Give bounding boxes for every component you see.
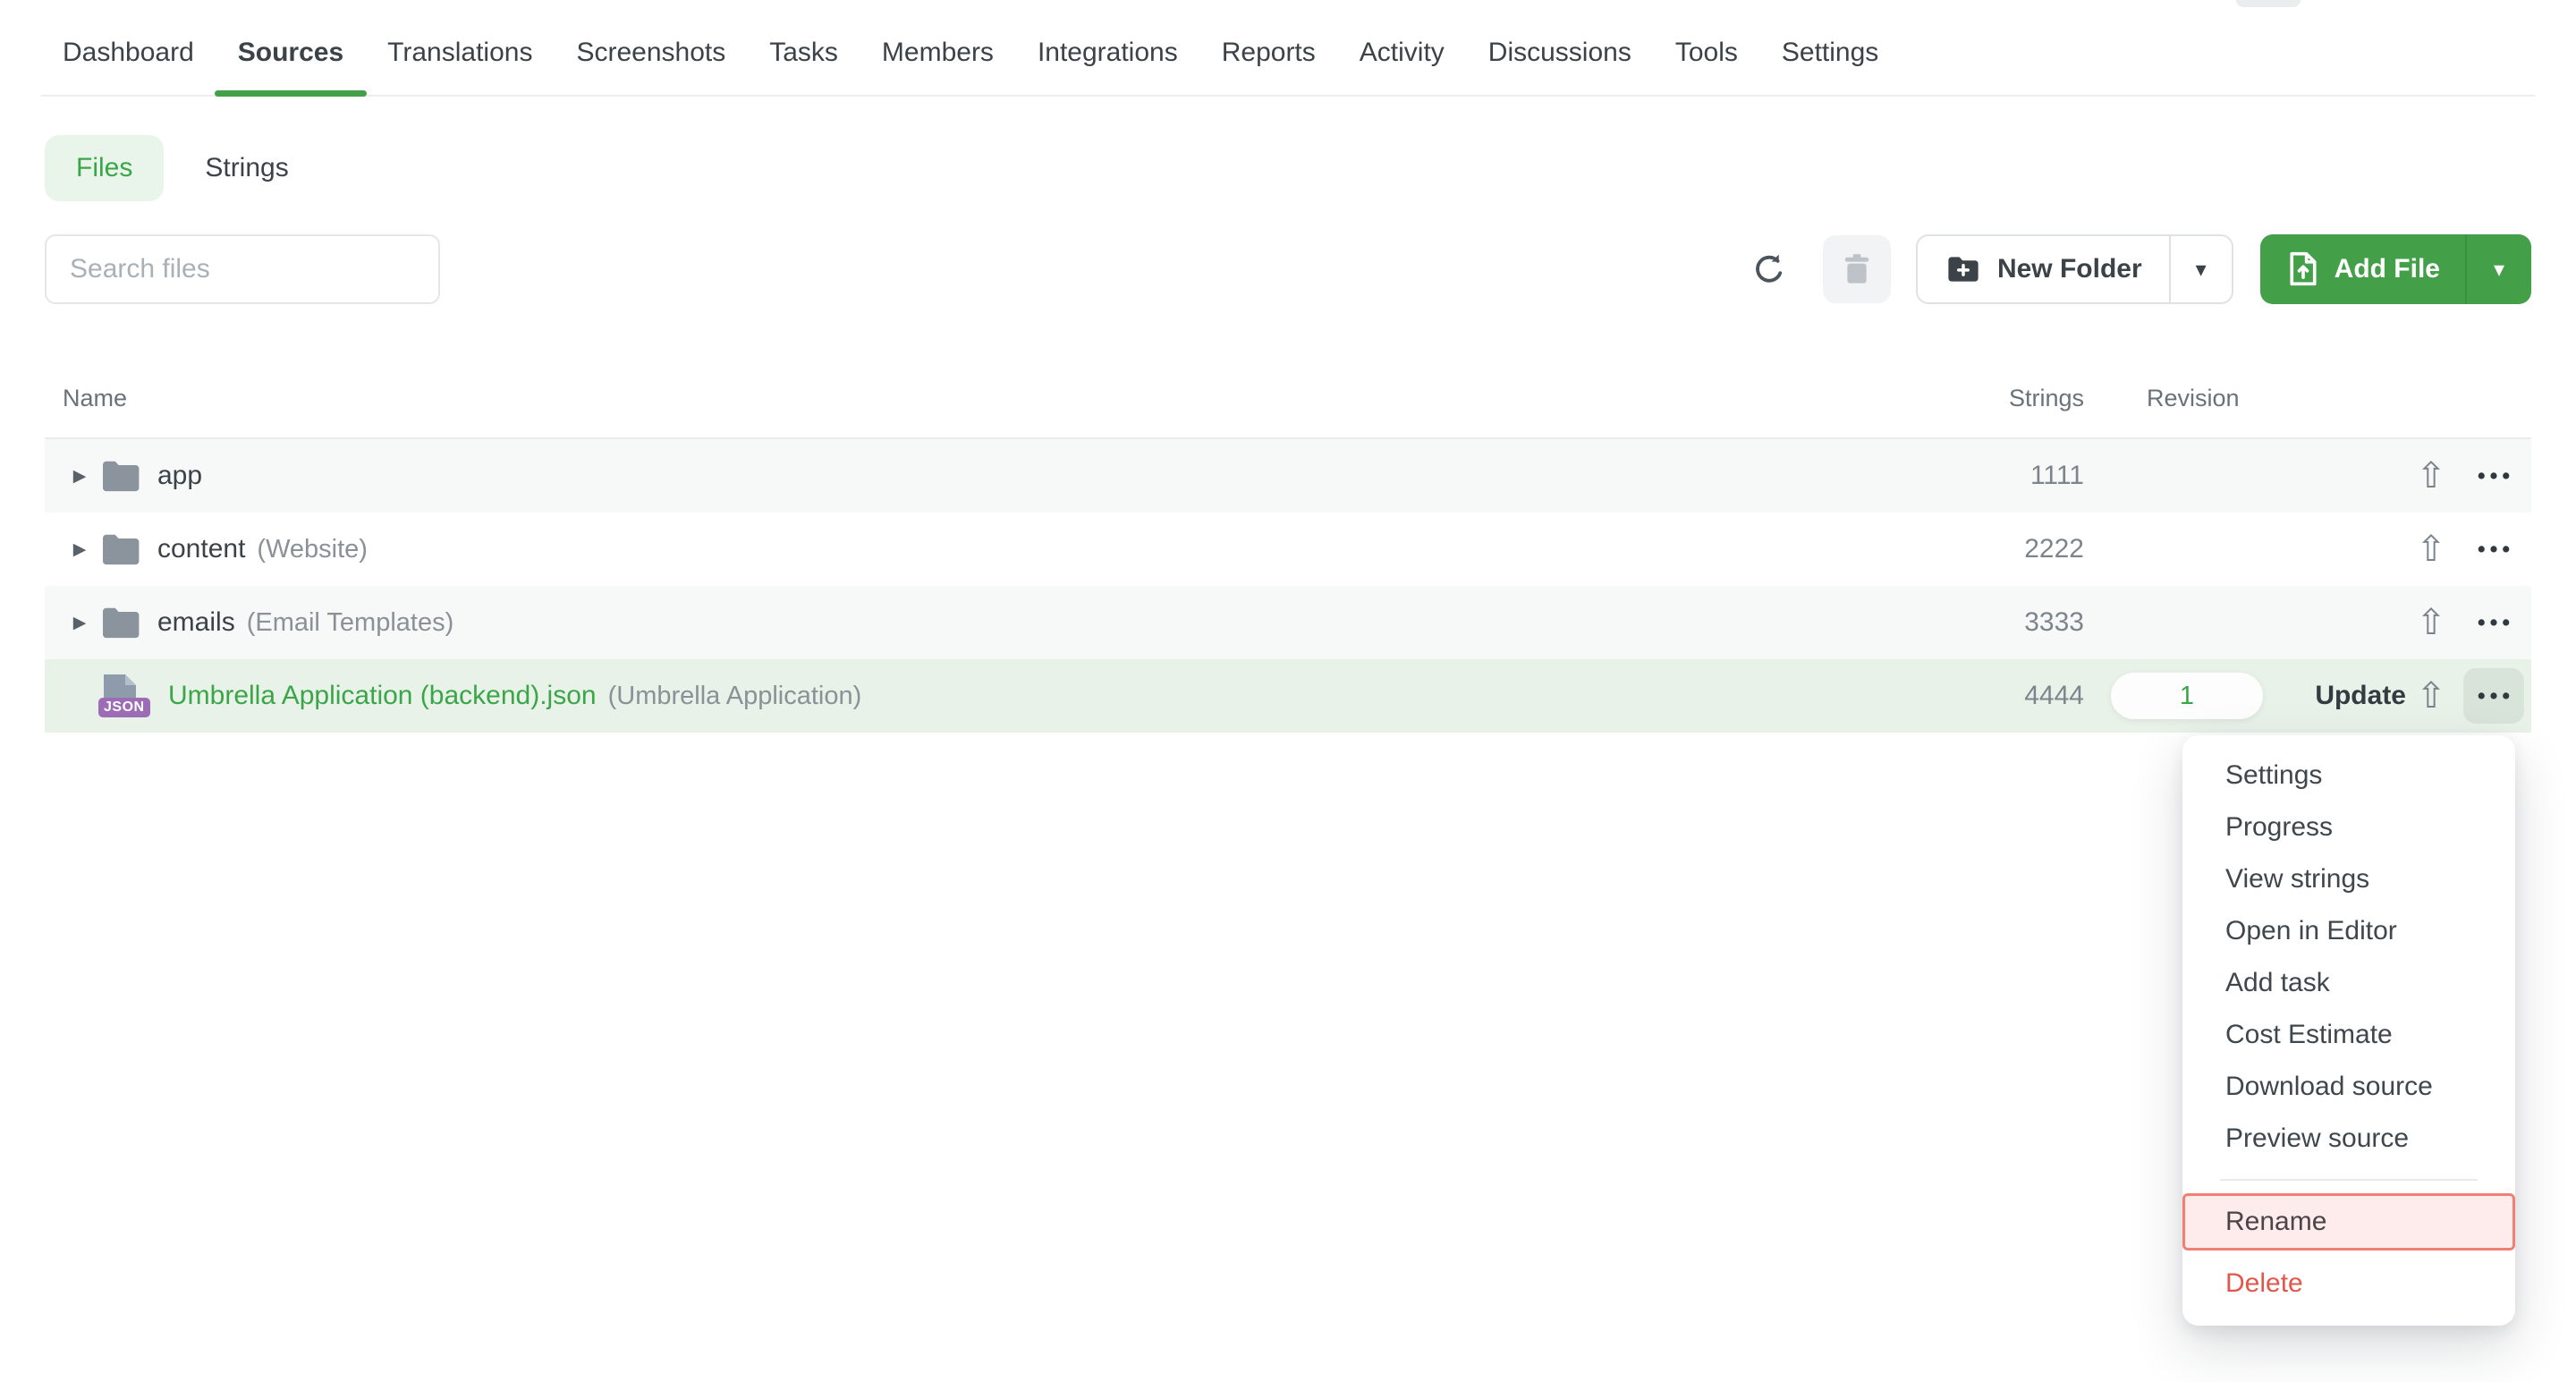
folder-plus-icon — [1945, 250, 1982, 288]
row-menu-button-active[interactable]: ••• — [2463, 668, 2524, 724]
file-upload-icon — [2285, 250, 2321, 289]
folder-name[interactable]: app — [157, 461, 202, 491]
nav-integrations[interactable]: Integrations — [1038, 38, 1178, 95]
tab-files[interactable]: Files — [45, 135, 164, 201]
table-row-folder-app[interactable]: ▶ app 1111 ⇧ ••• — [45, 439, 2531, 513]
menu-item-download-source[interactable]: Download source — [2182, 1061, 2515, 1113]
folder-icon — [100, 458, 141, 494]
table-row-folder-emails[interactable]: ▶ emails (Email Templates) 3333 ⇧ ••• — [45, 586, 2531, 659]
search-input[interactable] — [45, 234, 440, 304]
nav-translations[interactable]: Translations — [387, 38, 532, 95]
strings-count: 2222 — [1968, 534, 2084, 564]
new-folder-split-button: New Folder ▾ — [1916, 234, 2233, 304]
cutoff-top-element — [2236, 0, 2301, 7]
strings-count: 1111 — [1968, 461, 2084, 491]
project-nav: Dashboard Sources Translations Screensho… — [41, 0, 2535, 97]
folder-name[interactable]: emails — [157, 607, 235, 638]
upload-icon[interactable]: ⇧ — [2416, 529, 2446, 570]
menu-item-delete[interactable]: Delete — [2182, 1258, 2515, 1310]
add-file-dropdown[interactable]: ▾ — [2465, 234, 2531, 304]
menu-item-view-strings[interactable]: View strings — [2182, 853, 2515, 905]
new-folder-label: New Folder — [1997, 254, 2142, 284]
nav-activity[interactable]: Activity — [1360, 38, 1445, 95]
table-row-folder-content[interactable]: ▶ content (Website) 2222 ⇧ ••• — [45, 513, 2531, 586]
folder-icon — [100, 605, 141, 640]
tab-strings[interactable]: Strings — [205, 153, 288, 183]
table-row-file-selected[interactable]: JSON Umbrella Application (backend).json… — [45, 659, 2531, 733]
json-badge: JSON — [98, 698, 150, 717]
nav-members[interactable]: Members — [882, 38, 994, 95]
add-file-label: Add File — [2334, 254, 2440, 284]
menu-divider — [2220, 1179, 2478, 1181]
refresh-icon — [1749, 249, 1790, 290]
nav-sources[interactable]: Sources — [238, 38, 343, 95]
chevron-down-icon: ▾ — [2196, 257, 2207, 283]
files-table: Name Strings Revision ▶ app 1111 ⇧ ••• ▶ — [45, 385, 2531, 733]
nav-settings[interactable]: Settings — [1782, 38, 1878, 95]
strings-count: 4444 — [1968, 681, 2084, 711]
menu-item-add-task[interactable]: Add task — [2182, 957, 2515, 1009]
files-toolbar: New Folder ▾ Add File — [45, 234, 2531, 304]
menu-item-settings[interactable]: Settings — [2182, 750, 2515, 801]
add-file-button[interactable]: Add File — [2260, 234, 2465, 304]
table-header: Name Strings Revision — [45, 385, 2531, 439]
file-context-menu: Settings Progress View strings Open in E… — [2182, 735, 2515, 1326]
upload-icon[interactable]: ⇧ — [2416, 602, 2446, 643]
view-tabs: Files Strings — [45, 135, 2531, 201]
nav-tools[interactable]: Tools — [1675, 38, 1738, 95]
row-menu-button[interactable]: ••• — [2463, 521, 2524, 577]
delete-selected-button[interactable] — [1823, 235, 1891, 303]
add-file-split-button: Add File ▾ — [2260, 234, 2531, 304]
json-file-icon: JSON — [98, 676, 150, 716]
nav-screenshots[interactable]: Screenshots — [576, 38, 725, 95]
file-title-suffix: (Umbrella Application) — [608, 682, 862, 711]
header-name: Name — [45, 385, 1968, 412]
header-strings: Strings — [1968, 385, 2084, 412]
chevron-down-icon: ▾ — [2494, 257, 2504, 283]
folder-title-suffix: (Website) — [257, 535, 368, 564]
file-name-link[interactable]: Umbrella Application (backend).json — [168, 681, 597, 711]
folder-name[interactable]: content — [157, 534, 245, 564]
menu-item-preview-source[interactable]: Preview source — [2182, 1113, 2515, 1165]
row-menu-button[interactable]: ••• — [2463, 448, 2524, 504]
folder-icon — [100, 531, 141, 567]
expand-caret-icon[interactable]: ▶ — [63, 539, 97, 560]
refresh-button[interactable] — [1742, 242, 1796, 296]
nav-tasks[interactable]: Tasks — [769, 38, 838, 95]
row-menu-button[interactable]: ••• — [2463, 595, 2524, 650]
expand-caret-icon[interactable]: ▶ — [63, 466, 97, 487]
update-link[interactable]: Update — [2315, 681, 2406, 710]
menu-item-cost-estimate[interactable]: Cost Estimate — [2182, 1009, 2515, 1061]
new-folder-button[interactable]: New Folder — [1918, 236, 2169, 302]
nav-discussions[interactable]: Discussions — [1488, 38, 1631, 95]
menu-item-rename-highlighted[interactable]: Rename — [2182, 1193, 2515, 1251]
header-revision: Revision — [2084, 385, 2290, 412]
folder-title-suffix: (Email Templates) — [247, 608, 454, 638]
new-folder-dropdown[interactable]: ▾ — [2169, 236, 2232, 302]
menu-item-open-in-editor[interactable]: Open in Editor — [2182, 905, 2515, 957]
menu-item-progress[interactable]: Progress — [2182, 801, 2515, 853]
trash-icon — [1837, 250, 1877, 289]
revision-badge[interactable]: 1 — [2111, 673, 2263, 719]
nav-reports[interactable]: Reports — [1222, 38, 1316, 95]
expand-caret-icon[interactable]: ▶ — [63, 613, 97, 633]
nav-dashboard[interactable]: Dashboard — [63, 38, 194, 95]
upload-icon[interactable]: ⇧ — [2416, 455, 2446, 496]
strings-count: 3333 — [1968, 607, 2084, 638]
upload-icon[interactable]: ⇧ — [2416, 675, 2446, 716]
